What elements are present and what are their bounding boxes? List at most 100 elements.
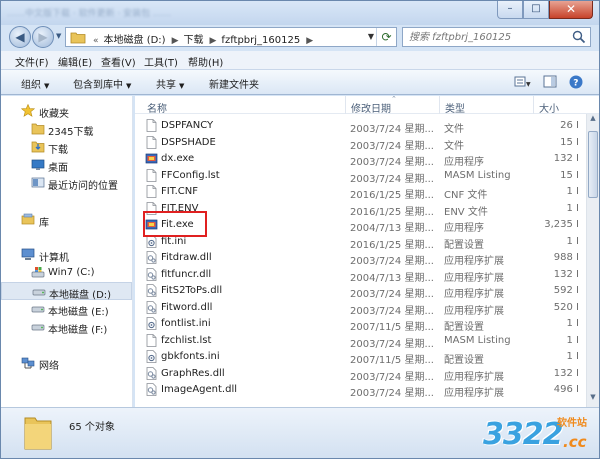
file-row[interactable]: Fit.exe 2004/7/13 星期... 应用程序 3,235 I [135, 216, 587, 234]
file-icon [145, 201, 158, 215]
menu-edit[interactable]: 编辑(E) [58, 54, 92, 69]
file-size: 1 I [566, 318, 580, 329]
recent-pages-icon[interactable]: ▼ [56, 32, 61, 40]
menu-view[interactable]: 查看(V) [101, 54, 136, 69]
search-box[interactable] [402, 27, 591, 47]
sidebar-item-recent-places[interactable]: 最近访问的位置 [1, 174, 132, 192]
sidebar-item-desktop[interactable]: 桌面 [1, 156, 132, 174]
vertical-scrollbar[interactable]: ▲ ▼ [586, 114, 599, 407]
file-size: 1 I [566, 186, 580, 197]
help-icon[interactable]: ? [567, 74, 585, 90]
preview-pane-icon[interactable] [541, 74, 559, 90]
file-row[interactable]: fzchlist.lst 2003/7/24 星期... MASM Listing 1… [135, 332, 587, 350]
share-button[interactable]: 共享 ▼ [156, 76, 184, 91]
file-row[interactable]: FFConfig.lst 2003/7/24 星期... MASM Listing 1… [135, 167, 587, 185]
close-button[interactable]: ✕ [549, 1, 593, 19]
include-library-button[interactable]: 包含到库中 ▼ [73, 76, 131, 91]
maximize-button[interactable]: □ [523, 1, 549, 19]
dll-icon [145, 366, 158, 380]
column-modified[interactable]: 修改日期 [351, 100, 391, 115]
new-folder-button[interactable]: 新建文件夹 [209, 76, 259, 91]
file-name[interactable]: dx.exe [161, 153, 341, 164]
view-options-icon[interactable]: ▼ [513, 74, 531, 90]
file-icon [145, 333, 158, 347]
column-name[interactable]: 名称 [147, 100, 167, 115]
sidebar-item-downloads[interactable]: 下载 [1, 138, 132, 156]
file-row[interactable]: ImageAgent.dll 2003/7/24 星期... 应用程序扩展 496 I [135, 381, 587, 399]
drive-icon [32, 289, 46, 296]
file-name[interactable]: Fitdraw.dll [161, 252, 341, 263]
back-button[interactable]: ◀ [9, 26, 31, 48]
sidebar-network[interactable]: 网络 [1, 354, 132, 372]
file-row[interactable]: Fitword.dll 2003/7/24 星期... 应用程序扩展 520 I [135, 299, 587, 317]
scroll-up-icon[interactable]: ▲ [587, 114, 599, 128]
file-row[interactable]: GraphRes.dll 2003/7/24 星期... 应用程序扩展 132 I [135, 365, 587, 383]
file-row[interactable]: FIT.CNF 2016/1/25 星期... CNF 文件 1 I [135, 183, 587, 201]
sidebar-item-drive-f[interactable]: 本地磁盘 (F:) [1, 318, 132, 336]
file-size: 15 I [560, 169, 579, 181]
file-type: MASM Listing [444, 334, 511, 346]
file-name[interactable]: DSPSHADE [161, 137, 341, 148]
file-row[interactable]: FitS2ToPs.dll 2003/7/24 星期... 应用程序扩展 592 I [135, 282, 587, 300]
file-row[interactable]: DSPFANCY 2003/7/24 星期... 文件 26 I [135, 117, 587, 135]
sidebar-item-drive-c[interactable]: Win7 (C:) [1, 264, 132, 282]
sidebar-item-2345-downloads[interactable]: 2345下载 [1, 120, 132, 138]
file-name[interactable]: DSPFANCY [161, 120, 341, 131]
chevron-down-icon: ▼ [126, 82, 132, 90]
title-bar: ……中文版下载 · 软件更新 · 安装包 …… – □ ✕ [1, 1, 599, 25]
file-name[interactable]: GraphRes.dll [161, 368, 341, 379]
file-name[interactable]: fitfuncr.dll [161, 269, 341, 280]
menu-tools[interactable]: 工具(T) [144, 54, 178, 69]
file-name[interactable]: FIT.ENV [161, 203, 341, 214]
crumb-drive[interactable]: 本地磁盘 (D:) [104, 35, 166, 46]
file-row[interactable]: fit.ini 2016/1/25 星期... 配置设置 1 I [135, 233, 587, 251]
scroll-down-icon[interactable]: ▼ [587, 393, 599, 407]
scroll-thumb[interactable] [588, 131, 598, 198]
file-name[interactable]: ImageAgent.dll [161, 384, 341, 395]
window-title: ……中文版下载 · 软件更新 · 安装包 …… [7, 9, 172, 18]
crumb-downloads[interactable]: 下载 [184, 35, 204, 46]
file-name[interactable]: fzchlist.lst [161, 335, 341, 346]
file-icon [145, 168, 158, 182]
file-row[interactable]: gbkfonts.ini 2007/11/5 星期... 配置设置 1 I [135, 348, 587, 366]
sidebar-favorites[interactable]: 收藏夹 [1, 102, 132, 120]
address-bar[interactable]: «本地磁盘 (D:) ▶ 下载 ▶ fzftpbrj_160125 ▶ ▼ ⟳ [65, 27, 397, 47]
file-row[interactable]: dx.exe 2003/7/24 星期... 应用程序 132 I [135, 150, 587, 168]
file-name[interactable]: fit.ini [161, 236, 341, 247]
crumb-folder[interactable]: fzftpbrj_160125 [221, 35, 300, 46]
sidebar-item-drive-e[interactable]: 本地磁盘 (E:) [1, 300, 132, 318]
file-row[interactable]: fontlist.ini 2007/11/5 星期... 配置设置 1 I [135, 315, 587, 333]
file-row[interactable]: FIT.ENV 2016/1/25 星期... ENV 文件 1 I [135, 200, 587, 218]
file-name[interactable]: fontlist.ini [161, 318, 341, 329]
minimize-button[interactable]: – [497, 1, 523, 19]
file-row[interactable]: fitfuncr.dll 2004/7/13 星期... 应用程序扩展 132 I [135, 266, 587, 284]
forward-button[interactable]: ▶ [32, 26, 54, 48]
file-name[interactable]: Fitword.dll [161, 302, 341, 313]
settings-file-icon [145, 234, 158, 248]
chevron-down-icon: ▼ [44, 82, 50, 90]
organize-button[interactable]: 组织 ▼ [21, 76, 49, 91]
sidebar-computer[interactable]: 计算机 [1, 246, 132, 264]
refresh-button[interactable]: ⟳ [376, 28, 396, 46]
address-dropdown-icon[interactable]: ▼ [368, 32, 374, 41]
menu-help[interactable]: 帮助(H) [188, 54, 223, 69]
file-size: 1 I [566, 235, 580, 247]
column-size[interactable]: 大小 [539, 100, 559, 115]
column-type[interactable]: 类型 [445, 100, 465, 115]
file-name[interactable]: Fit.exe [161, 219, 341, 230]
sidebar-libraries[interactable]: 库 [1, 211, 132, 229]
file-name[interactable]: gbkfonts.ini [161, 351, 341, 362]
command-bar: 组织 ▼ 包含到库中 ▼ 共享 ▼ 新建文件夹 ▼ ? [1, 69, 599, 95]
sidebar-item-drive-d[interactable]: 本地磁盘 (D:) [1, 282, 132, 301]
dll-icon [145, 284, 158, 297]
navigation-pane: 收藏夹 2345下载 下载 桌面 最近访问的位置 库 计算机 Win7 (C:)… [1, 96, 133, 407]
file-name[interactable]: FitS2ToPs.dll [161, 285, 341, 296]
file-name[interactable]: FIT.CNF [161, 186, 341, 197]
search-input[interactable] [403, 28, 568, 46]
file-row[interactable]: Fitdraw.dll 2003/7/24 星期... 应用程序扩展 988 I [135, 249, 587, 267]
menu-file[interactable]: 文件(F) [15, 54, 49, 69]
file-row[interactable]: DSPSHADE 2003/7/24 星期... 文件 15 I [135, 134, 587, 152]
svg-text:?: ? [573, 79, 578, 89]
menu-bar: 文件(F) 编辑(E) 查看(V) 工具(T) 帮助(H) [1, 51, 599, 69]
file-name[interactable]: FFConfig.lst [161, 170, 341, 181]
